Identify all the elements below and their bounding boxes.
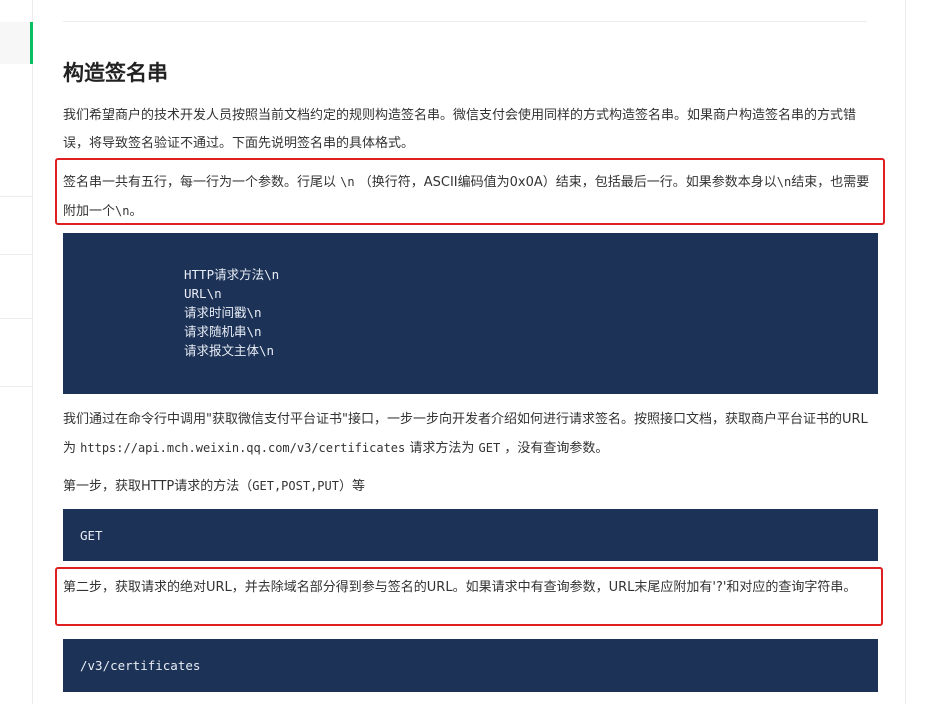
inline-code: GET bbox=[478, 441, 501, 455]
example-intro-text: ，没有查询参数。 bbox=[500, 441, 609, 456]
example-intro-text: 请求方法为 bbox=[405, 441, 479, 456]
code-line: 请求随机串\n bbox=[184, 324, 262, 339]
code-line: GET bbox=[80, 528, 103, 543]
code-line: 请求报文主体\n bbox=[184, 343, 275, 358]
certificates-url: https://api.mch.weixin.qq.com/v3/certifi… bbox=[80, 441, 406, 455]
code-line: HTTP请求方法\n bbox=[184, 267, 280, 282]
code-line: /v3/certificates bbox=[80, 658, 201, 673]
section-title: 构造签名串 bbox=[63, 61, 168, 85]
nav-separator bbox=[0, 318, 32, 319]
step1-text: 第一步，获取HTTP请求的方法（ bbox=[63, 479, 253, 494]
section-divider bbox=[63, 21, 867, 22]
step1-code-block: GET bbox=[63, 509, 878, 561]
step1-paragraph: 第一步，获取HTTP请求的方法（GET,POST,PUT）等 bbox=[63, 472, 871, 501]
step2-code-block: /v3/certificates bbox=[63, 639, 878, 692]
inline-code: GET,POST,PUT bbox=[252, 479, 339, 493]
format-code-block: HTTP请求方法\n URL\n 请求时间戳\n 请求随机串\n 请求报文主体\n bbox=[63, 233, 878, 394]
highlight-box bbox=[55, 158, 885, 225]
nav-separator bbox=[0, 196, 32, 197]
intro-paragraph: 我们希望商户的技术开发人员按照当前文档约定的规则构造签名串。微信支付会使用同样的… bbox=[63, 108, 857, 151]
left-nav-panel bbox=[0, 0, 33, 704]
content-right-border bbox=[905, 0, 906, 704]
code-line: URL\n bbox=[184, 286, 222, 301]
nav-item-active[interactable] bbox=[0, 22, 33, 64]
code-line: 请求时间戳\n bbox=[184, 305, 262, 320]
step1-text: ）等 bbox=[338, 479, 365, 494]
example-intro-paragraph: 我们通过在命令行中调用"获取微信支付平台证书"接口，一步一步向开发者介绍如何进行… bbox=[63, 406, 871, 463]
highlight-box bbox=[55, 567, 883, 626]
nav-separator bbox=[0, 386, 32, 387]
nav-separator bbox=[0, 254, 32, 255]
